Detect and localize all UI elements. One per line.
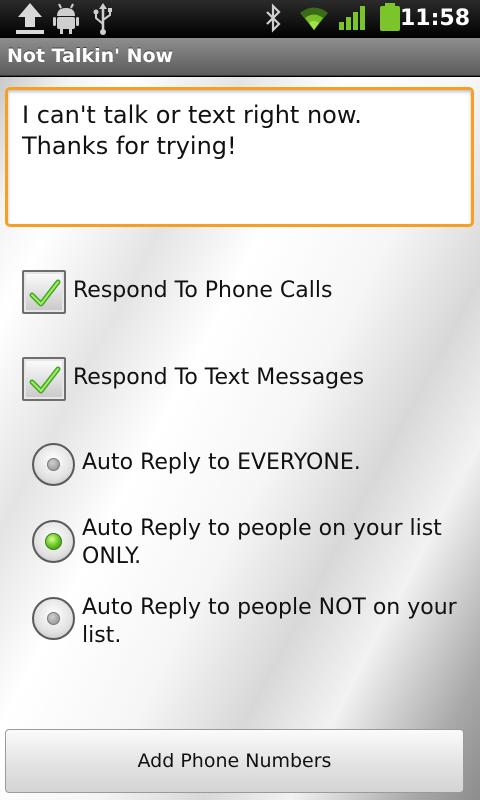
android-debug-icon [52,0,80,42]
wifi-icon [298,0,330,42]
reply-everyone-radio[interactable] [32,443,75,486]
battery-icon [378,0,402,42]
respond-calls-option[interactable]: Respond To Phone Calls [22,270,462,314]
respond-texts-option[interactable]: Respond To Text Messages [22,357,462,401]
signal-icon [338,0,366,42]
app-title: Not Talkin' Now [7,45,174,67]
bluetooth-icon [263,0,283,42]
respond-calls-label: Respond To Phone Calls [73,278,333,303]
respond-texts-label: Respond To Text Messages [73,365,365,390]
title-bar: Not Talkin' Now [0,38,480,76]
usb-icon [92,0,114,42]
status-bar: 11:58 [0,0,480,38]
reply-not-on-list-radio[interactable] [32,597,75,640]
reply-list-only-label: Auto Reply to people on your list ONLY. [82,516,442,569]
reply-list-only-radio[interactable] [32,520,75,563]
checkmark-icon [29,279,61,307]
respond-calls-checkbox[interactable] [22,270,66,314]
reply-not-on-list-label: Auto Reply to people NOT on your list. [82,595,457,648]
upload-icon [12,0,48,42]
status-time: 11:58 [399,6,470,31]
checkmark-icon [29,366,61,394]
respond-texts-checkbox[interactable] [22,357,66,401]
message-input[interactable]: I can't talk or text right now. Thanks f… [5,87,474,227]
reply-everyone-label: Auto Reply to EVERYONE. [82,450,361,475]
add-phone-numbers-button[interactable]: Add Phone Numbers [5,729,464,793]
main-content: I can't talk or text right now. Thanks f… [0,77,480,800]
